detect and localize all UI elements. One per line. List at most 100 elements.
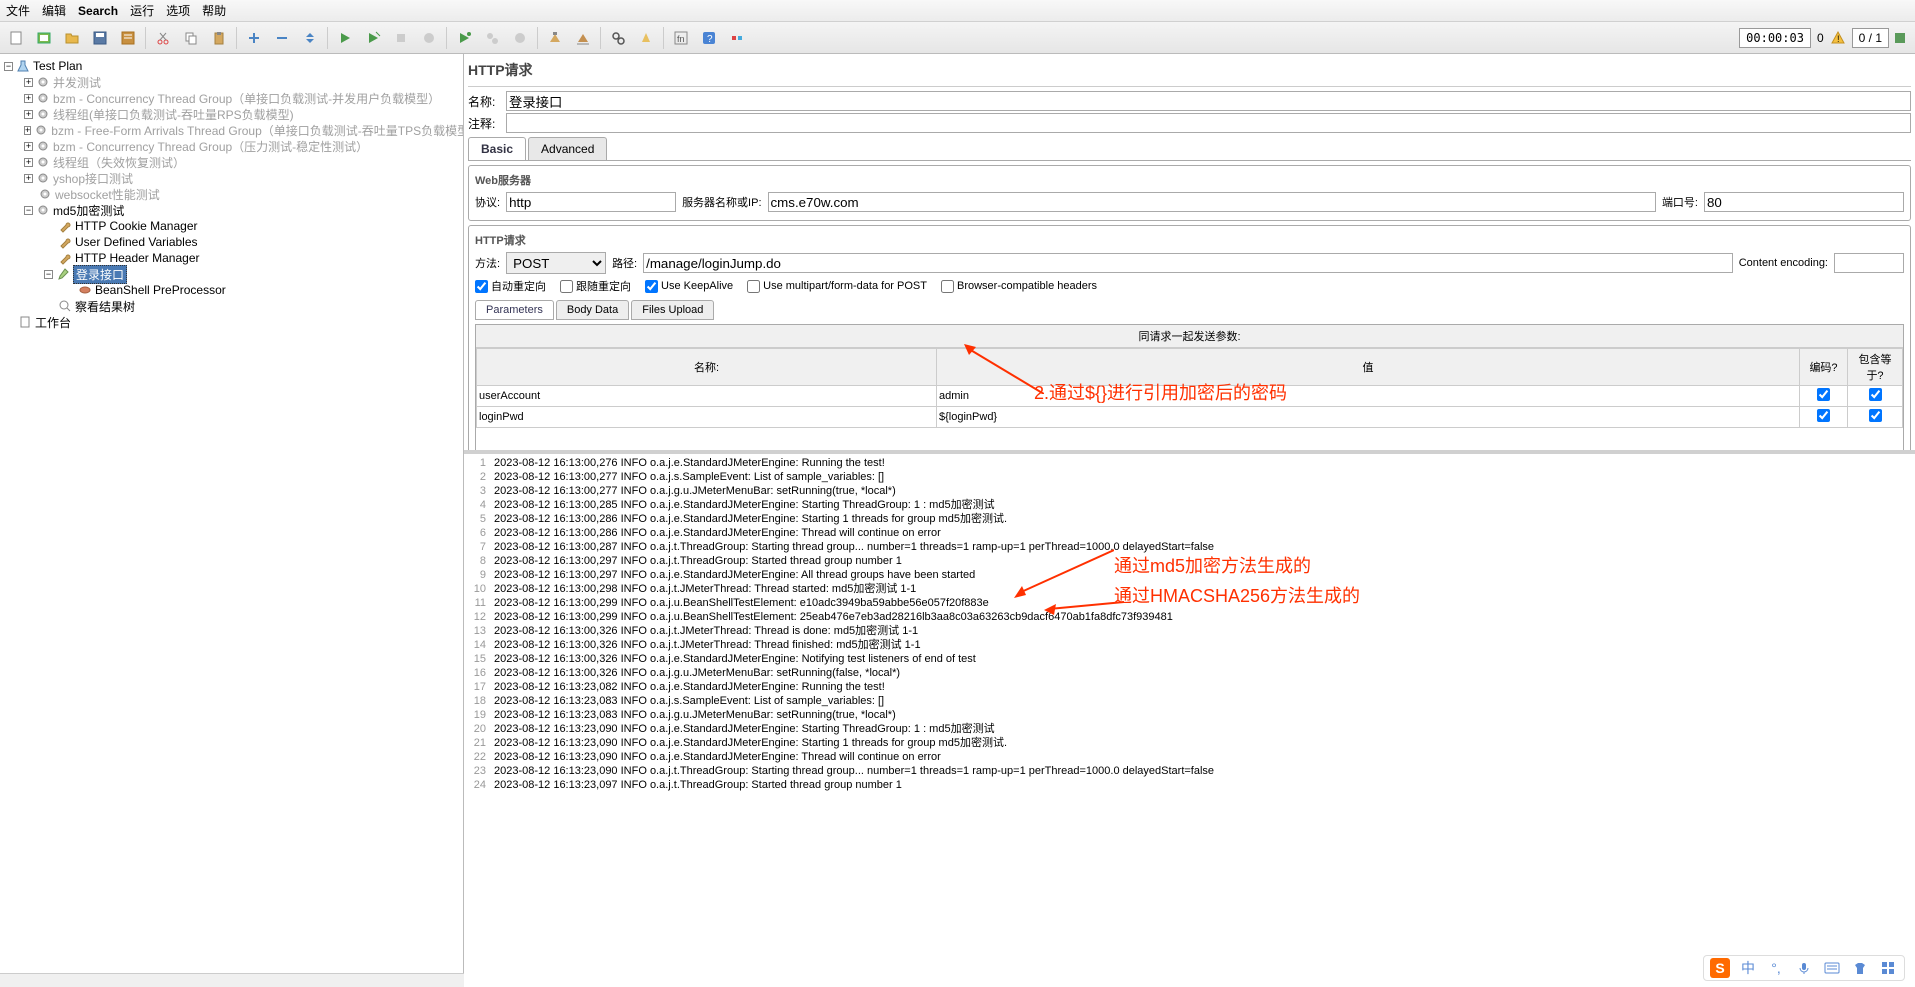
col-encode[interactable]: 编码?: [1800, 349, 1848, 386]
expand-toggle-icon[interactable]: −: [44, 270, 53, 279]
expand-toggle-icon[interactable]: +: [24, 126, 31, 135]
param-row[interactable]: userAccountadmin: [477, 386, 1903, 407]
fn-button[interactable]: fn: [668, 25, 694, 51]
method-select[interactable]: POST: [506, 252, 606, 274]
tree-item-11[interactable]: User Defined Variables: [0, 234, 463, 250]
subtab-files[interactable]: Files Upload: [631, 300, 714, 320]
comment-input[interactable]: [506, 113, 1911, 133]
name-input[interactable]: [506, 91, 1911, 111]
expand-toggle-icon[interactable]: +: [24, 110, 33, 119]
expand-toggle-icon[interactable]: +: [24, 94, 33, 103]
ime-keyboard-icon[interactable]: [1822, 958, 1842, 978]
chk-keepalive[interactable]: Use KeepAlive: [645, 280, 733, 293]
tree-item-8[interactable]: websocket性能测试: [0, 186, 463, 202]
expand-button[interactable]: [241, 25, 267, 51]
remote-start-button[interactable]: [451, 25, 477, 51]
subtab-parameters[interactable]: Parameters: [475, 300, 554, 320]
tree-item-1[interactable]: +并发测试: [0, 74, 463, 90]
copy-button[interactable]: [178, 25, 204, 51]
param-row[interactable]: loginPwd${loginPwd}: [477, 407, 1903, 428]
param-value[interactable]: admin: [937, 386, 1800, 407]
ime-tools-icon[interactable]: [1878, 958, 1898, 978]
param-encode[interactable]: [1800, 386, 1848, 407]
reset-search-button[interactable]: [633, 25, 659, 51]
param-name[interactable]: loginPwd: [477, 407, 937, 428]
chk-multipart[interactable]: Use multipart/form-data for POST: [747, 280, 927, 293]
saveall-button[interactable]: [115, 25, 141, 51]
start-notimers-button[interactable]: [360, 25, 386, 51]
protocol-input[interactable]: [506, 192, 676, 212]
tree-panel[interactable]: −Test Plan+并发测试+bzm - Concurrency Thread…: [0, 54, 464, 973]
cut-button[interactable]: [150, 25, 176, 51]
ime-logo-icon[interactable]: S: [1710, 958, 1730, 978]
tab-advanced[interactable]: Advanced: [528, 137, 607, 160]
encoding-input[interactable]: [1834, 253, 1904, 273]
stop-button[interactable]: [388, 25, 414, 51]
tree-item-13[interactable]: −登录接口: [0, 266, 463, 282]
plugins-button[interactable]: [724, 25, 750, 51]
col-value[interactable]: 值: [937, 349, 1800, 386]
new-button[interactable]: [3, 25, 29, 51]
save-button[interactable]: [87, 25, 113, 51]
expand-toggle-icon[interactable]: −: [24, 206, 33, 215]
expand-toggle-icon[interactable]: −: [4, 62, 13, 71]
ime-lang-icon[interactable]: 中: [1738, 958, 1758, 978]
chk-browser-headers[interactable]: Browser-compatible headers: [941, 280, 1097, 293]
clear-all-button[interactable]: [570, 25, 596, 51]
search-button[interactable]: [605, 25, 631, 51]
param-equals[interactable]: [1848, 407, 1903, 428]
menu-edit[interactable]: 编辑: [42, 2, 66, 19]
expand-toggle-icon[interactable]: +: [24, 142, 33, 151]
subtab-body[interactable]: Body Data: [556, 300, 629, 320]
help-button[interactable]: ?: [696, 25, 722, 51]
col-equals[interactable]: 包含等于?: [1848, 349, 1903, 386]
remote-shutdown-button[interactable]: [507, 25, 533, 51]
tree-item-6[interactable]: +线程组（失效恢复测试）: [0, 154, 463, 170]
ime-mic-icon[interactable]: [1794, 958, 1814, 978]
tab-basic[interactable]: Basic: [468, 137, 526, 160]
paste-button[interactable]: [206, 25, 232, 51]
tree-item-0[interactable]: −Test Plan: [0, 58, 463, 74]
remote-stop-button[interactable]: [479, 25, 505, 51]
menu-options[interactable]: 选项: [166, 2, 190, 19]
menu-search[interactable]: Search: [78, 4, 118, 18]
tree-item-7[interactable]: +yshop接口测试: [0, 170, 463, 186]
start-button[interactable]: [332, 25, 358, 51]
tree-item-4[interactable]: +bzm - Free-Form Arrivals Thread Group（单…: [0, 122, 463, 138]
tree-item-9[interactable]: −md5加密测试: [0, 202, 463, 218]
tree-item-3[interactable]: +线程组(单接口负载测试-吞吐量RPS负载模型): [0, 106, 463, 122]
tree-hscrollbar[interactable]: [0, 973, 464, 987]
templates-button[interactable]: [31, 25, 57, 51]
port-input[interactable]: [1704, 192, 1904, 212]
menu-file[interactable]: 文件: [6, 2, 30, 19]
tree-item-5[interactable]: +bzm - Concurrency Thread Group（压力测试-稳定性…: [0, 138, 463, 154]
ime-skin-icon[interactable]: [1850, 958, 1870, 978]
tree-item-16[interactable]: 工作台: [0, 314, 463, 330]
log-panel[interactable]: 通过md5加密方法生成的 通过HMACSHA256方法生成的 12023-08-…: [464, 454, 1915, 973]
tree-item-12[interactable]: HTTP Header Manager: [0, 250, 463, 266]
tree-item-14[interactable]: BeanShell PreProcessor: [0, 282, 463, 298]
expand-toggle-icon[interactable]: +: [24, 78, 33, 87]
menu-help[interactable]: 帮助: [202, 2, 226, 19]
toggle-button[interactable]: [297, 25, 323, 51]
clear-button[interactable]: [542, 25, 568, 51]
collapse-button[interactable]: [269, 25, 295, 51]
ime-punct-icon[interactable]: °,: [1766, 958, 1786, 978]
col-name[interactable]: 名称:: [477, 349, 937, 386]
open-button[interactable]: [59, 25, 85, 51]
chk-follow-redirect[interactable]: 跟随重定向: [560, 278, 631, 294]
chk-auto-redirect[interactable]: 自动重定向: [475, 278, 546, 294]
shutdown-button[interactable]: [416, 25, 442, 51]
param-encode[interactable]: [1800, 407, 1848, 428]
servername-input[interactable]: [768, 192, 1656, 212]
param-name[interactable]: userAccount: [477, 386, 937, 407]
path-input[interactable]: [643, 253, 1733, 273]
tree-item-10[interactable]: HTTP Cookie Manager: [0, 218, 463, 234]
menu-run[interactable]: 运行: [130, 2, 154, 19]
param-value[interactable]: ${loginPwd}: [937, 407, 1800, 428]
tree-item-2[interactable]: +bzm - Concurrency Thread Group（单接口负载测试-…: [0, 90, 463, 106]
tree-item-15[interactable]: 察看结果树: [0, 298, 463, 314]
param-equals[interactable]: [1848, 386, 1903, 407]
expand-toggle-icon[interactable]: +: [24, 174, 33, 183]
expand-toggle-icon[interactable]: +: [24, 158, 33, 167]
